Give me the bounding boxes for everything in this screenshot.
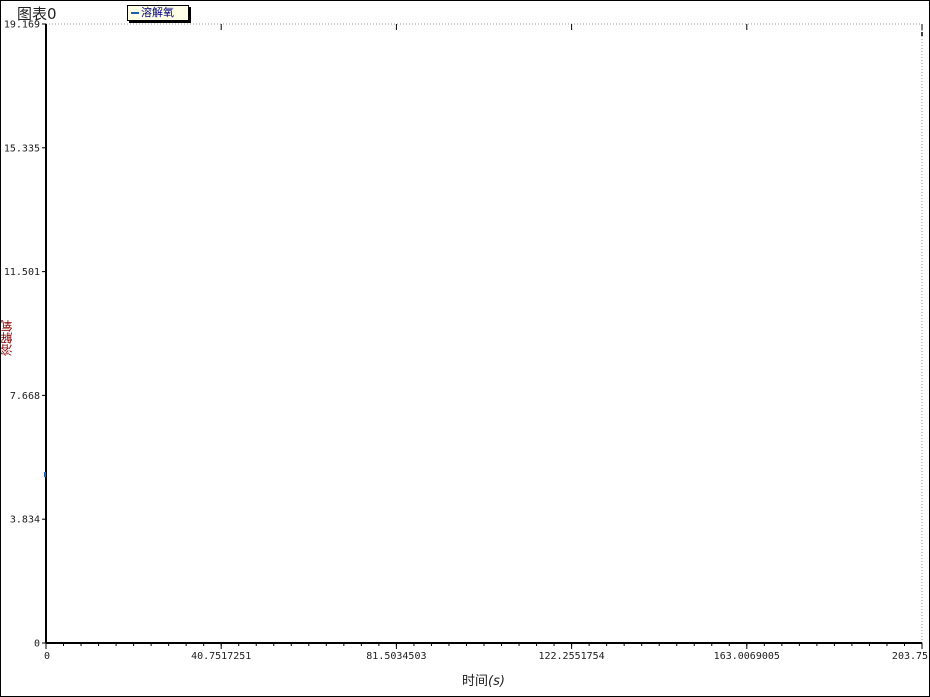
x-tick-label: 203.75 <box>892 651 928 662</box>
y-tick-label: 0 <box>34 639 40 650</box>
x-tick-label: 163.0069005 <box>714 651 780 662</box>
data-point <box>44 472 46 478</box>
x-tick-label: 122.2551754 <box>538 651 604 662</box>
y-tick-label: 7.668 <box>10 391 40 402</box>
x-tick-label: 40.7517251 <box>191 651 251 662</box>
y-tick-label: 3.834 <box>10 515 40 526</box>
y-tick-label: 15.335 <box>4 143 40 154</box>
x-tick-label: 0 <box>44 651 50 662</box>
chart-plot-area: 0 3.834 7.668 11.501 15.335 19.169 0 40.7517251… <box>4 20 928 663</box>
y-tick-label: 19.169 <box>4 20 40 31</box>
x-tick-label: 81.5034503 <box>366 651 426 662</box>
y-tick-label: 11.501 <box>4 267 40 278</box>
